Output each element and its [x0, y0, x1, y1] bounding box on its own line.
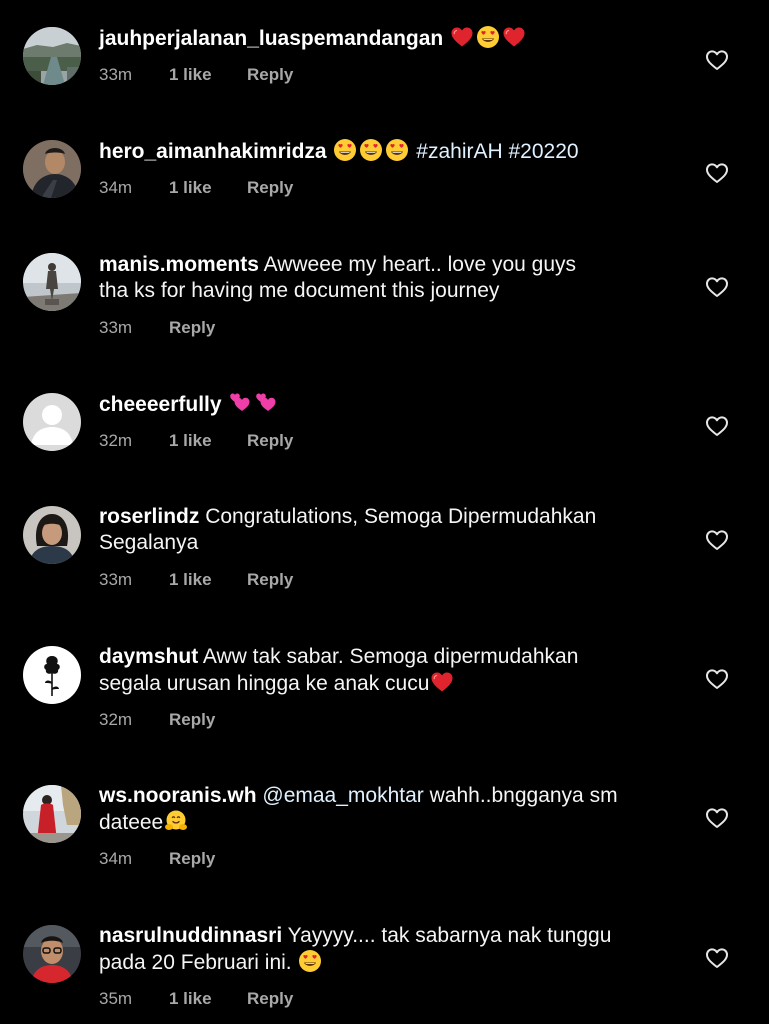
comment-meta: 33m 1 like Reply [99, 570, 293, 590]
two-hearts-emoji [228, 391, 252, 415]
comment-time: 34m [99, 849, 133, 868]
comment-meta: 35m 1 like Reply [99, 989, 293, 1009]
red-heart-emoji [430, 670, 454, 694]
avatar[interactable] [23, 506, 81, 564]
username[interactable]: manis.moments [99, 253, 259, 276]
comment-time: 32m [99, 710, 133, 729]
avatar[interactable] [23, 646, 81, 704]
user-mention[interactable]: @emaa_mokhtar [262, 784, 423, 807]
heart-outline-icon[interactable] [705, 668, 729, 690]
red-heart-emoji [502, 25, 526, 49]
comment-text: Congratulations, Semoga Dipermudahkan [205, 505, 597, 528]
reply-button[interactable]: Reply [169, 710, 215, 729]
comment-time: 33m [99, 65, 133, 84]
username[interactable]: jauhperjalanan_luaspemandangan [99, 27, 443, 50]
heart-outline-icon[interactable] [705, 807, 729, 829]
comment-time: 35m [99, 989, 133, 1008]
username[interactable]: roserlindz [99, 505, 199, 528]
like-count[interactable]: 1 like [169, 989, 247, 1009]
heart-eyes-emoji [385, 138, 409, 162]
comment-text: segala urusan hingga ke anak cucu [99, 672, 430, 695]
comment-text: Segalanya [99, 531, 199, 554]
heart-outline-icon[interactable] [705, 947, 729, 969]
comment-text: Aww tak sabar. Semoga dipermudahkan [202, 645, 579, 668]
comment-body: nasrulnuddinnasri Yayyyy.... tak sabarny… [99, 923, 659, 976]
comment-body: hero_aimanhakimridza #zahirAH #20220 [99, 138, 659, 165]
heart-outline-icon[interactable] [705, 49, 729, 71]
username[interactable]: cheeeerfully [99, 393, 222, 416]
comment-text: wahh..bngganya sm [429, 784, 618, 807]
avatar[interactable] [23, 27, 81, 85]
comment-body: cheeeerfully [99, 391, 659, 418]
heart-eyes-emoji [359, 138, 383, 162]
reply-button[interactable]: Reply [247, 178, 293, 197]
comment-body: jauhperjalanan_luaspemandangan [99, 25, 659, 52]
heart-eyes-emoji [333, 138, 357, 162]
avatar[interactable] [23, 785, 81, 843]
avatar[interactable] [23, 925, 81, 983]
two-hearts-emoji [254, 391, 278, 415]
comment-text: Awweee my heart.. love you guys [263, 253, 577, 276]
reply-button[interactable]: Reply [247, 570, 293, 589]
username[interactable]: daymshut [99, 645, 198, 668]
comment-body: daymshut Aww tak sabar. Semoga dipermuda… [99, 644, 659, 697]
comment-meta: 32m Reply [99, 710, 215, 730]
username[interactable]: hero_aimanhakimridza [99, 140, 327, 163]
comment-body: manis.moments Awweee my heart.. love you… [99, 252, 659, 304]
heart-eyes-emoji [476, 25, 500, 49]
comment-meta: 33m Reply [99, 318, 215, 338]
reply-button[interactable]: Reply [247, 989, 293, 1008]
heart-outline-icon[interactable] [705, 415, 729, 437]
comment-text: tha ks for having me document this journ… [99, 279, 500, 302]
hashtags[interactable]: #zahirAH #20220 [416, 140, 578, 163]
heart-outline-icon[interactable] [705, 162, 729, 184]
like-count[interactable]: 1 like [169, 431, 247, 451]
comment-body: ws.nooranis.wh @emaa_mokhtar wahh..bngga… [99, 783, 659, 836]
comment-time: 33m [99, 318, 133, 337]
avatar[interactable] [23, 393, 81, 451]
comment-meta: 33m 1 like Reply [99, 65, 293, 85]
heart-outline-icon[interactable] [705, 276, 729, 298]
avatar[interactable] [23, 140, 81, 198]
comment-text: Yayyyy.... tak sabarnya nak tunggu [287, 924, 612, 947]
comment-meta: 34m Reply [99, 849, 215, 869]
comment-meta: 34m 1 like Reply [99, 178, 293, 198]
heart-eyes-emoji [298, 949, 322, 973]
comment-text: pada 20 Februari ini. [99, 951, 292, 974]
like-count[interactable]: 1 like [169, 178, 247, 198]
reply-button[interactable]: Reply [247, 431, 293, 450]
username[interactable]: ws.nooranis.wh [99, 784, 257, 807]
reply-button[interactable]: Reply [247, 65, 293, 84]
username[interactable]: nasrulnuddinnasri [99, 924, 282, 947]
heart-outline-icon[interactable] [705, 529, 729, 551]
like-count[interactable]: 1 like [169, 570, 247, 590]
reply-button[interactable]: Reply [169, 318, 215, 337]
comment-time: 32m [99, 431, 133, 450]
reply-button[interactable]: Reply [169, 849, 215, 868]
avatar[interactable] [23, 253, 81, 311]
red-heart-emoji [450, 25, 474, 49]
like-count[interactable]: 1 like [169, 65, 247, 85]
comment-time: 34m [99, 178, 133, 197]
comment-time: 33m [99, 570, 133, 589]
hugging-face-emoji [164, 809, 188, 833]
comment-body: roserlindz Congratulations, Semoga Diper… [99, 504, 659, 556]
comment-text: dateee [99, 811, 164, 834]
comment-meta: 32m 1 like Reply [99, 431, 293, 451]
